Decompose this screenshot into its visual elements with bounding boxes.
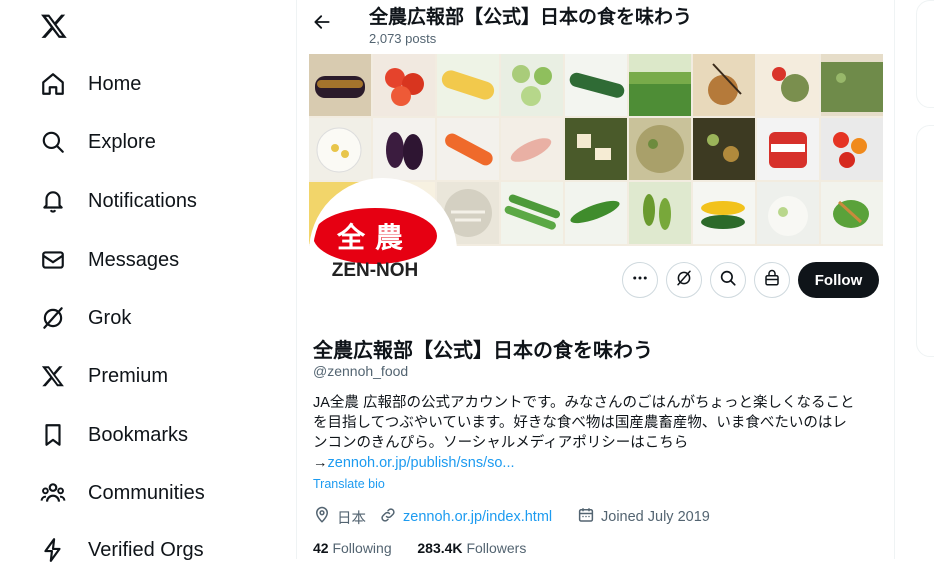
nav-bookmarks[interactable]: Bookmarks [40, 415, 188, 455]
nav-home[interactable]: Home [40, 64, 141, 104]
bio-line: ンコンのきんぴら。ソーシャルメディアポリシーはこちら [313, 435, 689, 451]
grok-icon [40, 305, 66, 331]
nav-explore[interactable]: Explore [40, 122, 156, 162]
profile-handle: @zennoh_food [313, 363, 409, 379]
nav-communities[interactable]: Communities [40, 473, 205, 513]
profile-avatar[interactable]: 全農 ZEN-NOH [309, 178, 457, 326]
nav-grok-label: Grok [88, 306, 132, 329]
header-title: 全農広報部【公式】日本の食を味わう [369, 7, 693, 28]
followers-label: Followers [466, 540, 527, 556]
nav-premium-label: Premium [88, 364, 169, 387]
search-icon [40, 129, 66, 155]
banner-photo [629, 54, 691, 116]
following-count: 42 [313, 540, 329, 556]
banner-photo [693, 54, 755, 116]
profile-column: 全農広報部【公式】日本の食を味わう 2,073 posts 全農 ZEN-NOH… [297, 0, 894, 559]
nav-communities-label: Communities [88, 481, 205, 504]
bell-icon [40, 188, 66, 214]
nav-bookmarks-label: Bookmarks [88, 423, 189, 446]
banner-photo [565, 54, 627, 116]
sidebar-card [916, 125, 934, 357]
bookmark-icon [40, 422, 66, 448]
grok-button[interactable] [666, 262, 702, 298]
bio-line: JA全農 広報部の公式アカウントです。みなさんのごはんがちょっと楽しくなること [313, 395, 855, 411]
bio-line-link: →zennoh.or.jp/publish/sns/so... [313, 453, 883, 473]
profile-name: 全農広報部【公式】日本の食を味わう [313, 340, 653, 362]
bio-line: を目指してつぶやいています。好きな食べ物は国産農畜産物、いま食べたいのはレ [313, 415, 847, 431]
banner-photo [437, 118, 499, 180]
nav-messages-label: Messages [88, 248, 180, 271]
left-sidebar: Home Explore Notifications Messages Grok… [0, 0, 296, 562]
more-options-button[interactable] [622, 262, 658, 298]
link-icon [379, 506, 403, 528]
avatar-logo-chars: 全農 [336, 222, 413, 253]
shop-bag-icon [763, 269, 781, 292]
banner-photo [437, 54, 499, 116]
shop-button[interactable] [754, 262, 790, 298]
banner-photo [565, 118, 627, 180]
nav-grok[interactable]: Grok [40, 298, 131, 338]
bio-arrow: → [313, 455, 328, 471]
banner-photo [821, 118, 883, 180]
search-profile-button[interactable] [710, 262, 746, 298]
x-logo-icon[interactable] [40, 12, 70, 42]
profile-joined: Joined July 2019 [577, 506, 710, 528]
following-link[interactable]: 42 Following [313, 540, 392, 556]
followers-count: 283.4K [417, 540, 463, 556]
grok-icon [675, 269, 693, 292]
banner-photo [693, 118, 755, 180]
banner-photo [629, 182, 691, 244]
back-arrow-icon[interactable] [312, 12, 334, 34]
banner-photo [565, 182, 627, 244]
lightning-icon [40, 537, 66, 563]
banner-photo [821, 54, 883, 116]
location-pin-icon [313, 506, 337, 528]
banner-photo [501, 182, 563, 244]
following-label: Following [332, 540, 392, 556]
nav-messages[interactable]: Messages [40, 240, 179, 280]
translate-bio-link[interactable]: Translate bio [313, 477, 385, 491]
banner-photo [309, 118, 371, 180]
banner-photo [629, 118, 691, 180]
nav-explore-label: Explore [88, 130, 156, 153]
search-icon [719, 269, 737, 292]
bio-link[interactable]: zennoh.or.jp/publish/sns/so... [328, 455, 515, 471]
banner-photo [501, 118, 563, 180]
nav-home-label: Home [88, 72, 142, 95]
location-text: 日本 [337, 510, 366, 527]
communities-icon [40, 480, 66, 506]
follow-stats: 42 Following 283.4K Followers [313, 540, 526, 556]
banner-photo [309, 54, 371, 116]
nav-verified-orgs[interactable]: Verified Orgs [40, 530, 204, 570]
profile-location: 日本 [313, 506, 366, 528]
joined-text: Joined July 2019 [601, 509, 710, 525]
profile-website: zennoh.or.jp/index.html [379, 506, 552, 528]
banner-photo [757, 54, 819, 116]
header-post-count: 2,073 posts [369, 31, 437, 46]
follow-button[interactable]: Follow [798, 262, 879, 298]
x-premium-icon [40, 363, 66, 389]
banner-photo [501, 54, 563, 116]
calendar-icon [577, 506, 601, 528]
sidebar-card [916, 0, 934, 108]
banner-photo [757, 182, 819, 244]
nav-notifications-label: Notifications [88, 189, 197, 212]
banner-photo [373, 118, 435, 180]
nav-premium[interactable]: Premium [40, 356, 168, 396]
more-dots-icon [631, 269, 649, 292]
banner-photo [693, 182, 755, 244]
envelope-icon [40, 247, 66, 273]
website-link[interactable]: zennoh.or.jp/index.html [403, 509, 552, 525]
banner-photo [757, 118, 819, 180]
avatar-logo-text: ZEN-NOH [331, 260, 419, 281]
banner-photo [821, 182, 883, 244]
banner-photo [373, 54, 435, 116]
nav-notifications[interactable]: Notifications [40, 181, 197, 221]
home-icon [40, 71, 66, 97]
column-divider [894, 0, 895, 559]
followers-link[interactable]: 283.4K Followers [417, 540, 526, 556]
profile-bio: JA全農 広報部の公式アカウントです。みなさんのごはんがちょっと楽しくなること … [313, 393, 883, 473]
nav-verified-orgs-label: Verified Orgs [88, 538, 204, 561]
